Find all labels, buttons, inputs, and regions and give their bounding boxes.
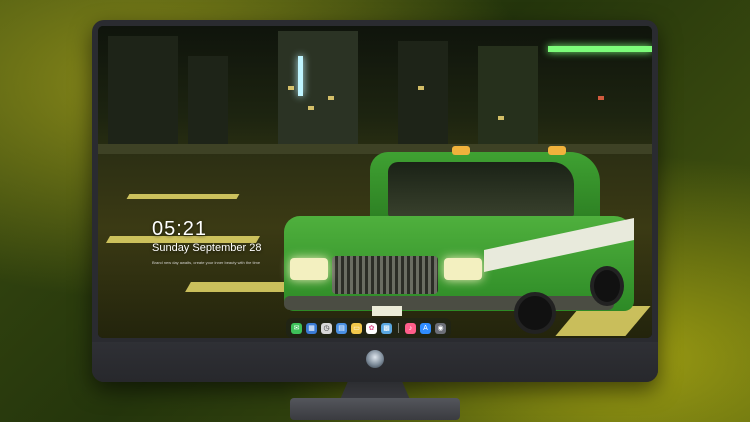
- launchpad-icon[interactable]: ▩: [381, 322, 392, 334]
- lit-window: [308, 106, 314, 110]
- taxi-roof-lamp: [452, 146, 470, 155]
- camera-icon[interactable]: ◉: [435, 322, 446, 334]
- lit-window: [418, 86, 424, 90]
- messages-icon[interactable]: ✉: [291, 322, 302, 334]
- license-plate: [372, 306, 402, 316]
- road-marking: [126, 194, 240, 199]
- building: [188, 56, 228, 151]
- dock-separator: [398, 323, 399, 333]
- taxi-windshield: [388, 162, 574, 216]
- dock: ✉ ▦ ◷ ▤ ▭ ✿ ▩ ♪ A ◉: [286, 318, 451, 338]
- calendar-icon[interactable]: ▤: [336, 322, 347, 334]
- monitor-stand-base: [290, 398, 460, 420]
- lit-window: [498, 116, 504, 120]
- building: [108, 36, 178, 148]
- lit-window: [288, 86, 294, 90]
- app-store-icon[interactable]: A: [420, 322, 431, 334]
- taxi-bumper: [284, 296, 614, 310]
- lock-date: Sunday September 28: [152, 242, 262, 254]
- building: [398, 41, 448, 151]
- lit-window: [598, 96, 604, 100]
- headlight: [444, 258, 482, 280]
- wheel: [514, 292, 556, 334]
- taxi-roof-lamp: [548, 146, 566, 155]
- headlight: [290, 258, 328, 280]
- neon-sign: [298, 56, 303, 96]
- wheel: [590, 266, 624, 306]
- taxi-grille: [332, 256, 438, 294]
- music-icon[interactable]: ♪: [405, 322, 416, 334]
- clock-icon[interactable]: ◷: [321, 322, 332, 334]
- neon-sign: [548, 46, 652, 52]
- lock-clock: 05:21: [152, 218, 208, 240]
- taxi-car: [284, 146, 644, 336]
- files-icon[interactable]: ▦: [306, 322, 317, 334]
- brand-logo-icon: [366, 350, 384, 368]
- building: [478, 46, 538, 151]
- desktop-screen: 05:21 Sunday September 28 Brand new day …: [98, 26, 652, 338]
- monitor: 05:21 Sunday September 28 Brand new day …: [92, 20, 658, 382]
- lit-window: [328, 96, 334, 100]
- road-marking: [185, 282, 291, 292]
- photos-icon[interactable]: ✿: [366, 322, 377, 334]
- building: [278, 31, 358, 151]
- lock-quote: Brand new day awaits, create your inner …: [152, 260, 261, 265]
- notes-icon[interactable]: ▭: [351, 322, 362, 334]
